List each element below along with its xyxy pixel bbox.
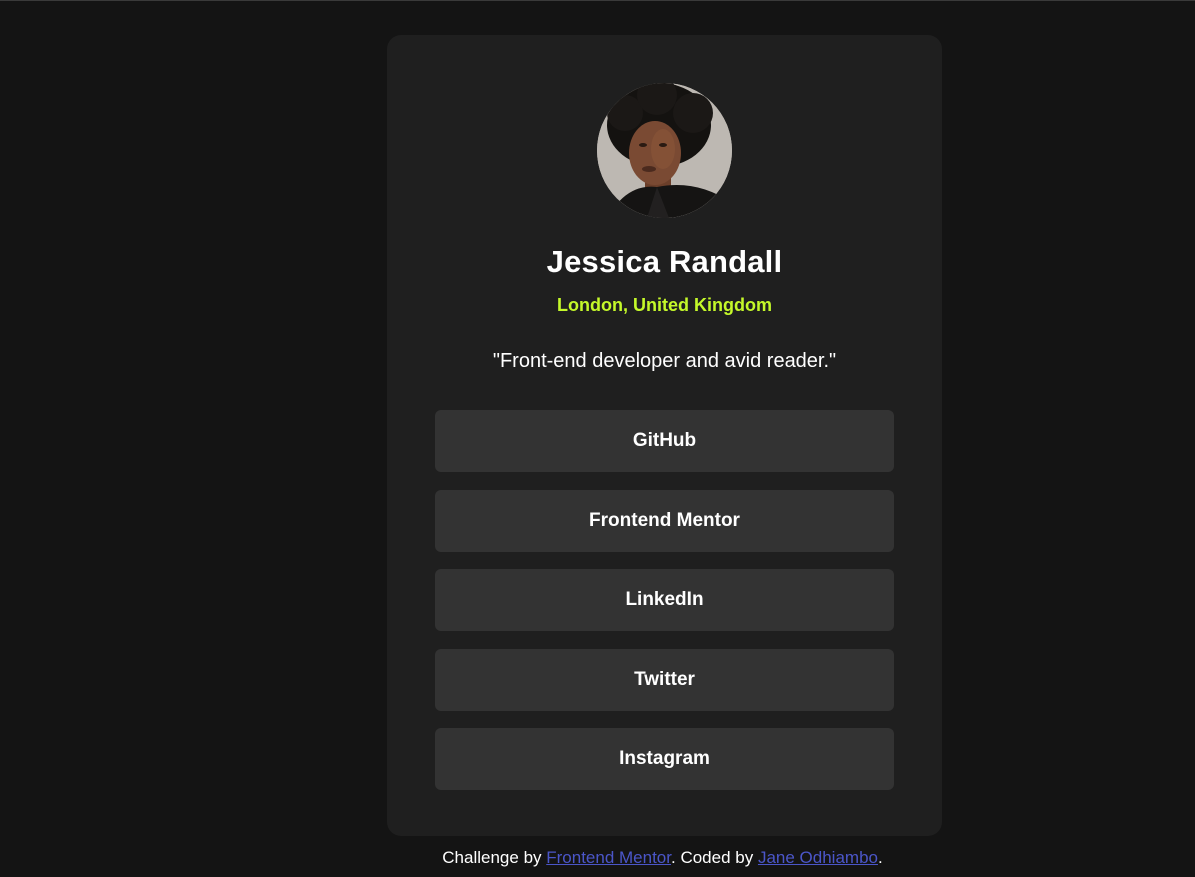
- frontend-mentor-link-button[interactable]: Frontend Mentor: [435, 489, 894, 552]
- github-link-button[interactable]: GitHub: [435, 410, 894, 472]
- social-links: GitHub Frontend Mentor LinkedIn Twitter …: [435, 410, 894, 808]
- attribution: Challenge by Frontend Mentor. Coded by J…: [0, 848, 1195, 868]
- instagram-link-button[interactable]: Instagram: [435, 728, 894, 790]
- profile-name: Jessica Randall: [546, 244, 783, 279]
- attribution-middle: . Coded by: [671, 848, 758, 867]
- window-top-border: [0, 0, 1195, 1]
- attribution-prefix: Challenge by: [442, 848, 547, 867]
- attribution-suffix: .: [877, 848, 883, 867]
- author-attribution-link[interactable]: Jane Odhiambo: [758, 848, 878, 867]
- linkedin-link-button[interactable]: LinkedIn: [435, 569, 894, 631]
- profile-bio: "Front-end developer and avid reader.": [492, 350, 837, 372]
- frontend-mentor-attribution-link[interactable]: Frontend Mentor: [546, 848, 671, 867]
- profile-location: London, United Kingdom: [557, 295, 772, 315]
- avatar: [597, 83, 732, 218]
- profile-card: Jessica Randall London, United Kingdom "…: [387, 35, 942, 836]
- profile-photo-icon: [597, 83, 732, 218]
- twitter-link-button[interactable]: Twitter: [435, 648, 894, 711]
